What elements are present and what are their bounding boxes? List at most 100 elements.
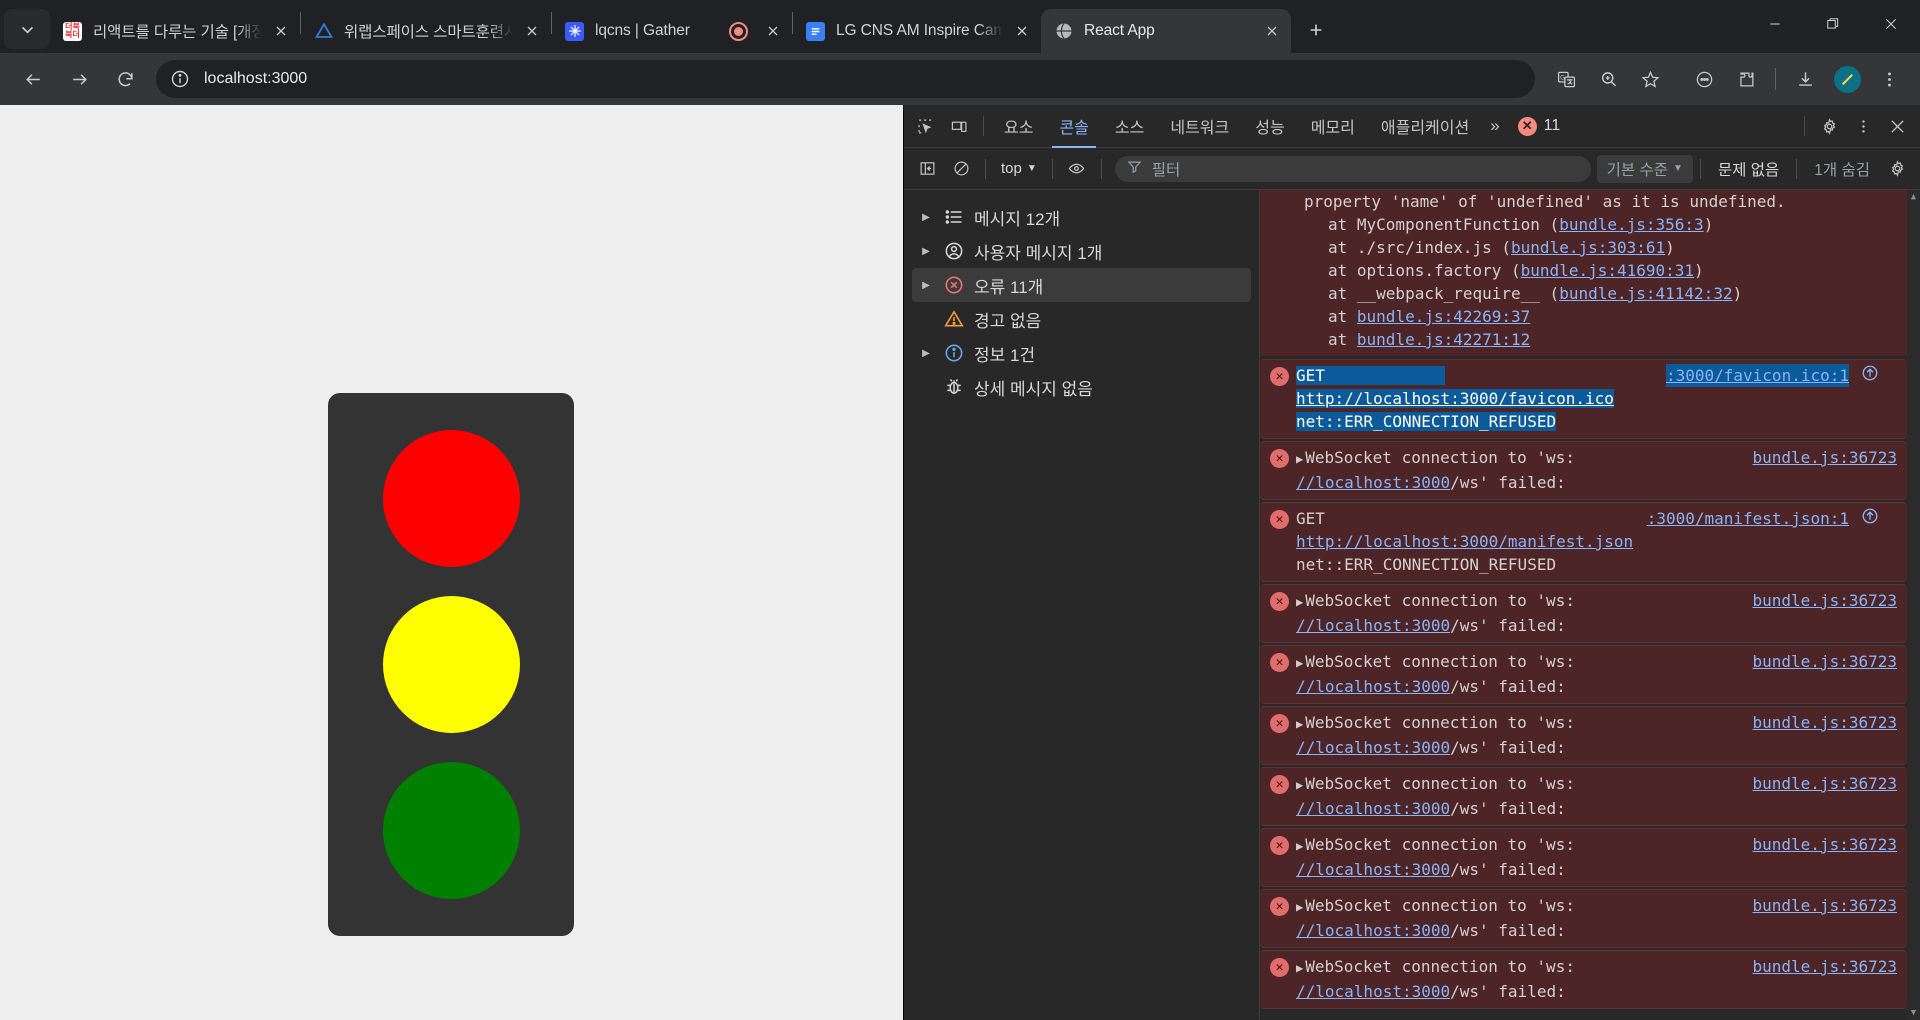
console-entry-link[interactable]: //localhost:3000: [1296, 738, 1450, 757]
console-filter-input[interactable]: 필터: [1114, 155, 1591, 182]
restore-button[interactable]: [1804, 0, 1862, 48]
chevron-right-icon[interactable]: ▶: [918, 348, 934, 359]
console-entry-link[interactable]: //localhost:3000: [1296, 799, 1450, 818]
chevron-right-icon[interactable]: ▶: [918, 212, 934, 223]
tab-close-button[interactable]: [1259, 18, 1285, 44]
close-window-button[interactable]: [1862, 0, 1920, 48]
console-stack-trace[interactable]: property 'name' of 'undefined' as it is …: [1260, 190, 1907, 356]
console-entry-source[interactable]: :3000/manifest.json:1: [1647, 507, 1849, 530]
sidebar-item-info[interactable]: ▶ 정보 1건: [912, 336, 1251, 370]
console-entry-websocket-error[interactable]: ✕ bundle.js:36723 ▶ WebSocket connection …: [1260, 441, 1907, 500]
console-entry-link[interactable]: //localhost:3000: [1296, 616, 1450, 635]
console-entry-source[interactable]: bundle.js:36723: [1753, 955, 1898, 978]
devtools-tab-memory[interactable]: 메모리: [1298, 105, 1368, 148]
hidden-messages-status[interactable]: 1개 숨김: [1804, 158, 1880, 180]
console-entry-link[interactable]: //localhost:3000: [1296, 921, 1450, 940]
console-entry-websocket-error[interactable]: ✕ bundle.js:36723 ▶ WebSocket connection …: [1260, 950, 1907, 1009]
console-entry-network-error[interactable]: ✕ :3000/favicon.ico:1 GET http://localho…: [1260, 359, 1907, 439]
reload-button[interactable]: [106, 60, 144, 98]
new-tab-button[interactable]: [1297, 11, 1335, 49]
zoom-icon[interactable]: [1591, 62, 1625, 96]
console-entry-link[interactable]: //localhost:3000: [1296, 860, 1450, 879]
puzzle-icon[interactable]: [1729, 62, 1763, 96]
more-tabs-icon[interactable]: »: [1482, 105, 1507, 148]
sidebar-item-verbose[interactable]: 상세 메시지 없음: [912, 370, 1251, 404]
devtools-close-icon[interactable]: [1880, 110, 1914, 142]
console-entry-websocket-error[interactable]: ✕ bundle.js:36723 ▶ WebSocket connection …: [1260, 889, 1907, 948]
disclosure-triangle-icon[interactable]: ▶: [1296, 595, 1303, 609]
devtools-tab-elements[interactable]: 요소: [991, 105, 1046, 148]
browser-menu-button[interactable]: [1872, 62, 1906, 96]
bookmark-star-icon[interactable]: [1633, 62, 1667, 96]
live-expression-eye-icon[interactable]: [1060, 153, 1094, 185]
console-message-list[interactable]: property 'name' of 'undefined' as it is …: [1260, 190, 1920, 1020]
console-entry-url[interactable]: http://localhost:3000/manifest.json: [1296, 532, 1633, 551]
console-entry-websocket-error[interactable]: ✕ bundle.js:36723 ▶ WebSocket connection …: [1260, 584, 1907, 643]
yellow-lamp[interactable]: [382, 595, 520, 733]
issues-status[interactable]: 문제 없음: [1708, 158, 1789, 180]
translate-icon[interactable]: G: [1549, 62, 1583, 96]
clear-console-icon[interactable]: [944, 153, 978, 185]
sidebar-item-errors[interactable]: ▶ 오류 11개: [912, 268, 1251, 302]
browser-tab-3[interactable]: LG CNS AM Inspire Camp - Go: [793, 9, 1041, 53]
console-entry-websocket-error[interactable]: ✕ bundle.js:36723 ▶ WebSocket connection …: [1260, 706, 1907, 765]
console-entry-websocket-error[interactable]: ✕ bundle.js:36723 ▶ WebSocket connection …: [1260, 767, 1907, 826]
console-entry-source[interactable]: bundle.js:36723: [1753, 589, 1898, 612]
disclosure-triangle-icon[interactable]: ▶: [1296, 839, 1303, 853]
green-lamp[interactable]: [382, 762, 520, 900]
console-entry-source[interactable]: bundle.js:36723: [1753, 894, 1898, 917]
console-entry-source[interactable]: bundle.js:36723: [1753, 446, 1898, 469]
console-entry-source[interactable]: :3000/favicon.ico:1: [1665, 364, 1849, 387]
stack-frame-link[interactable]: bundle.js:356:3: [1559, 215, 1704, 234]
tab-close-button[interactable]: [760, 18, 786, 44]
devtools-tab-console[interactable]: 콘솔: [1046, 105, 1101, 148]
disclosure-triangle-icon[interactable]: ▶: [1296, 961, 1303, 975]
stack-frame-link[interactable]: bundle.js:42271:12: [1357, 330, 1530, 349]
disclosure-triangle-icon[interactable]: ▶: [1296, 778, 1303, 792]
avatar[interactable]: [1830, 62, 1864, 96]
disclosure-triangle-icon[interactable]: ▶: [1296, 900, 1303, 914]
disclosure-triangle-icon[interactable]: ▶: [1296, 717, 1303, 731]
sidebar-item-user-messages[interactable]: ▶ 사용자 메시지 1개: [912, 234, 1251, 268]
error-count-indicator[interactable]: ✕ 11: [1508, 116, 1571, 136]
download-icon[interactable]: [1788, 62, 1822, 96]
tab-close-button[interactable]: [268, 18, 294, 44]
scroll-up-arrow-icon[interactable]: ▲: [1911, 190, 1916, 204]
tab-close-button[interactable]: [1009, 18, 1035, 44]
console-scrollbar[interactable]: ▲ ▼: [1907, 190, 1920, 1020]
tab-search-button[interactable]: [4, 9, 50, 49]
stack-frame-link[interactable]: bundle.js:41690:31: [1521, 261, 1694, 280]
disclosure-triangle-icon[interactable]: ▶: [1296, 452, 1303, 466]
sidebar-item-warnings[interactable]: 경고 없음: [912, 302, 1251, 336]
chevron-right-icon[interactable]: ▶: [918, 246, 934, 257]
console-entry-websocket-error[interactable]: ✕ bundle.js:36723 ▶ WebSocket connection …: [1260, 645, 1907, 704]
console-entry-websocket-error[interactable]: ✕ bundle.js:36723 ▶ WebSocket connection …: [1260, 828, 1907, 887]
disclosure-triangle-icon[interactable]: ▶: [1296, 656, 1303, 670]
extension-dots-icon[interactable]: [1687, 62, 1721, 96]
devtools-tab-network[interactable]: 네트워크: [1157, 105, 1242, 148]
log-level-selector[interactable]: 기본 수준 ▼: [1596, 154, 1693, 183]
reload-request-icon[interactable]: [1861, 507, 1879, 525]
stack-frame-link[interactable]: bundle.js:41142:32: [1559, 284, 1732, 303]
forward-button[interactable]: [60, 60, 98, 98]
back-button[interactable]: [14, 60, 52, 98]
devtools-tab-sources[interactable]: 소스: [1102, 105, 1157, 148]
device-toolbar-icon[interactable]: [942, 110, 976, 142]
tab-close-button[interactable]: [519, 18, 545, 44]
browser-tab-2[interactable]: lqcns | Gather: [552, 9, 792, 53]
stack-frame-link[interactable]: bundle.js:42269:37: [1357, 307, 1530, 326]
console-entry-source[interactable]: bundle.js:36723: [1753, 833, 1898, 856]
browser-tab-4[interactable]: React App: [1041, 9, 1291, 53]
devtools-more-options-icon[interactable]: [1846, 110, 1880, 142]
console-entry-url[interactable]: http://localhost:3000/favicon.ico: [1296, 389, 1614, 408]
console-entry-link[interactable]: //localhost:3000: [1296, 473, 1450, 492]
console-prompt[interactable]: ❯: [1260, 1011, 1907, 1020]
console-entry-network-error[interactable]: ✕ :3000/manifest.json:1 GET http://local…: [1260, 502, 1907, 582]
red-lamp[interactable]: [382, 429, 520, 567]
execution-context-selector[interactable]: top ▼: [993, 160, 1045, 177]
sidebar-item-messages[interactable]: ▶ 메시지 12개: [912, 200, 1251, 234]
stack-frame-link[interactable]: bundle.js:303:61: [1511, 238, 1665, 257]
browser-tab-1[interactable]: 위랩스페이스 스마트훈련시스템: [301, 9, 551, 53]
gear-icon[interactable]: [1812, 110, 1846, 142]
console-entry-link[interactable]: //localhost:3000: [1296, 677, 1450, 696]
